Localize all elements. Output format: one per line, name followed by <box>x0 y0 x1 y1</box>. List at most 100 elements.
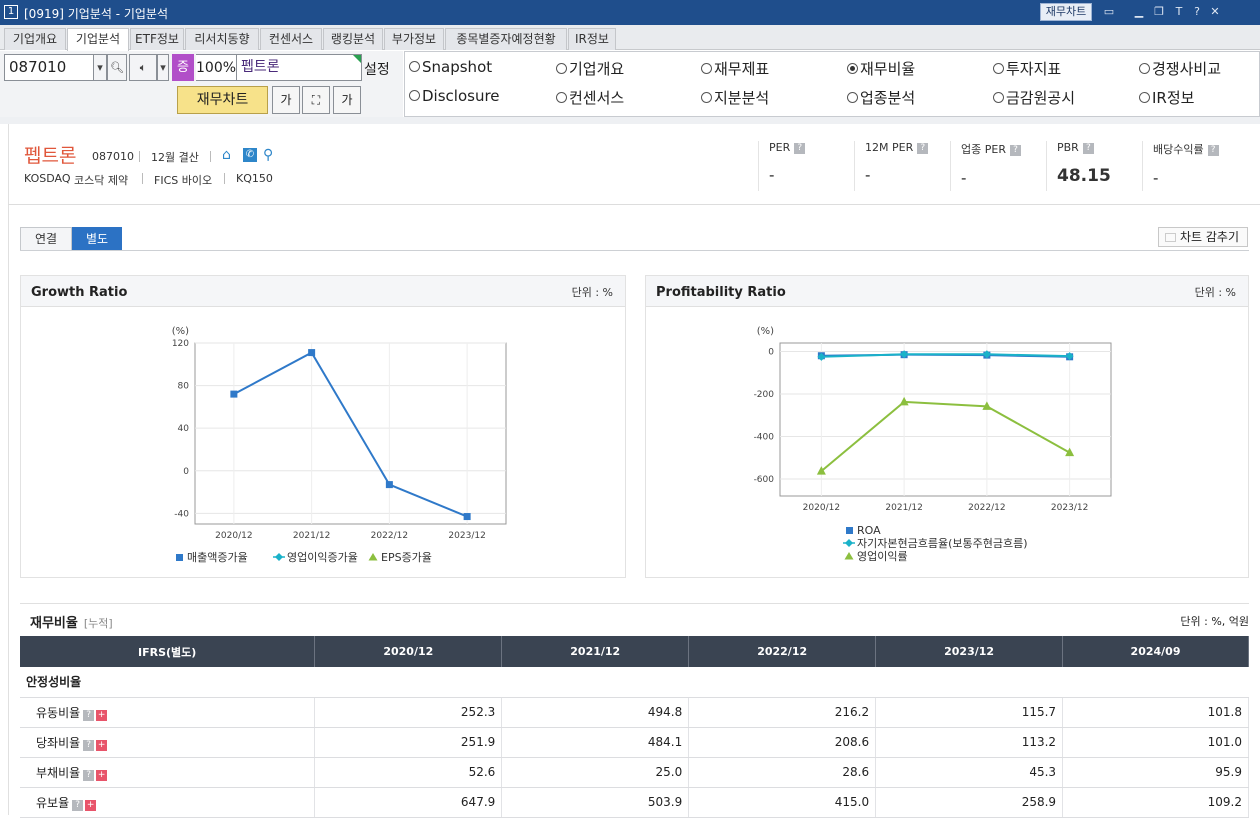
help-icon[interactable]: ? <box>72 799 84 811</box>
plot-area <box>194 342 507 525</box>
y-axis-label: (%) <box>172 326 189 337</box>
table-cell: 494.8 <box>501 697 690 728</box>
search-icon[interactable]: 🔍︎ <box>107 54 127 81</box>
radio-10[interactable]: 업종분석 <box>847 87 915 108</box>
home-icon[interactable]: ⌂ <box>222 147 231 163</box>
chart-title: Profitability Ratio <box>656 285 786 300</box>
radio-9[interactable]: 지분분석 <box>701 87 769 108</box>
x-tick-label: 2021/12 <box>293 531 330 541</box>
y-tick-label: -200 <box>754 390 775 400</box>
tab-extra-info[interactable]: 부가정보 <box>384 28 444 50</box>
minimize-icon[interactable]: ▁ <box>1132 5 1146 19</box>
radio-unchecked-icon <box>1139 92 1150 103</box>
help-icon[interactable]: ? <box>1207 145 1219 156</box>
financial-chart-title-button[interactable]: 재무차트 <box>1040 3 1092 21</box>
tab-ir-info[interactable]: IR정보 <box>568 28 616 50</box>
row-label[interactable]: 유동비율? + <box>20 697 316 728</box>
row-label[interactable]: 부채비율? + <box>20 757 316 788</box>
expand-icon[interactable]: + <box>96 739 108 751</box>
financial-chart-button[interactable]: 재무차트 <box>177 86 268 114</box>
table-cell: 252.3 <box>314 697 503 728</box>
window-icon[interactable]: ▭ <box>1102 5 1116 19</box>
expand-icon[interactable]: + <box>96 709 108 721</box>
y-tick-label: 80 <box>178 382 190 392</box>
stock-code-input[interactable]: 087010 <box>4 54 94 81</box>
radio-2[interactable]: 기업개요 <box>556 58 624 79</box>
y-tick-label: -40 <box>174 509 189 519</box>
column-header[interactable]: 2024/09 <box>1062 636 1249 667</box>
table-cell: 25.0 <box>501 757 690 788</box>
radio-1[interactable]: Snapshot <box>409 58 492 76</box>
table-header-row: IFRS(별도) 2020/12 2021/12 2022/12 2023/12… <box>20 636 1249 667</box>
tab-consensus[interactable]: 컨센서스 <box>260 28 322 50</box>
expand-icon[interactable]: + <box>85 799 97 811</box>
help-icon[interactable]: ? <box>1082 143 1094 154</box>
table-cell: 503.9 <box>501 787 690 818</box>
row-label[interactable]: 유보율? + <box>20 787 316 818</box>
stock-name-field[interactable]: 펩트론 <box>236 54 362 81</box>
column-header[interactable]: 2022/12 <box>688 636 877 667</box>
tab-company-analysis[interactable]: 기업분석 <box>67 28 129 51</box>
legend-marker <box>275 553 283 561</box>
expand-icon[interactable]: + <box>96 769 108 781</box>
code-dropdown-icon[interactable]: ▾ <box>93 54 107 81</box>
y-tick-label: 0 <box>768 348 774 358</box>
x-tick-label: 2023/12 <box>1051 503 1088 513</box>
column-header[interactable]: 2023/12 <box>875 636 1064 667</box>
close-icon[interactable]: ✕ <box>1208 5 1222 19</box>
help-icon[interactable]: ? <box>83 739 95 751</box>
tab-consolidated[interactable]: 연결 <box>20 227 72 251</box>
tab-research[interactable]: 리서치동향 <box>185 28 259 50</box>
plot-area <box>779 342 1112 497</box>
fit-screen-icon[interactable]: ⛶ <box>302 86 330 114</box>
radio-7[interactable]: Disclosure <box>409 87 500 105</box>
help-icon[interactable]: ? <box>83 709 95 721</box>
speaker-icon[interactable]: 🔈︎ <box>129 54 157 81</box>
table-cell: 647.9 <box>314 787 503 818</box>
font-icon[interactable]: T <box>1172 5 1186 19</box>
restore-icon[interactable]: ❐ <box>1152 5 1166 19</box>
growth-ratio-panel: Growth Ratio 단위 : % 120 80 40 0 -40 2020/12 20… <box>20 275 626 578</box>
column-header[interactable]: IFRS(별도) <box>20 636 316 667</box>
tab-separate[interactable]: 별도 <box>72 227 122 251</box>
phone-icon[interactable]: ✆ <box>243 148 257 162</box>
help-icon[interactable]: ? <box>1009 145 1021 156</box>
radio-4[interactable]: 재무비율 <box>847 58 915 79</box>
legend-marker <box>368 553 378 561</box>
y-tick-label: -400 <box>754 433 775 443</box>
help-icon[interactable]: ? <box>1190 5 1204 19</box>
legend-marker <box>845 539 853 547</box>
speaker-dropdown-icon[interactable]: ▾ <box>157 54 169 81</box>
column-header[interactable]: 2020/12 <box>314 636 503 667</box>
radio-6[interactable]: 경쟁사비교 <box>1139 58 1221 79</box>
tab-etf-info[interactable]: ETF정보 <box>130 28 184 50</box>
legend-label: 영업이익률 <box>857 550 908 563</box>
radio-5[interactable]: 투자지표 <box>993 58 1061 79</box>
y-tick-label: 40 <box>178 424 190 434</box>
tab-capital-increase[interactable]: 종목별증자예정현황 <box>445 28 567 50</box>
table-cell: 101.0 <box>1062 727 1249 758</box>
radio-12[interactable]: IR정보 <box>1139 87 1194 108</box>
row-label[interactable]: 당좌비율? + <box>20 727 316 758</box>
location-icon[interactable]: ⚲ <box>263 147 273 163</box>
stat-pbr: PBR? 48.15 <box>1046 141 1142 191</box>
window-title: [0919] 기업분석 - 기업분석 <box>24 7 168 21</box>
settings-button[interactable]: 설정 <box>364 59 390 79</box>
radio-8[interactable]: 컨센서스 <box>556 87 624 108</box>
radio-3[interactable]: 재무제표 <box>701 58 769 79</box>
help-icon[interactable]: ? <box>794 143 806 154</box>
column-header[interactable]: 2021/12 <box>501 636 690 667</box>
table-cell: 251.9 <box>314 727 503 758</box>
table-cell: 95.9 <box>1062 757 1249 788</box>
margin-rate: 100% <box>196 54 236 81</box>
hide-chart-button[interactable]: 차트 감추기 <box>1158 227 1248 247</box>
font-decrease-button[interactable]: 가 <box>272 86 300 114</box>
tab-company-overview[interactable]: 기업개요 <box>4 28 66 50</box>
tab-ranking[interactable]: 랭킹분석 <box>323 28 383 50</box>
radio-11[interactable]: 금감원공시 <box>993 87 1075 108</box>
help-icon[interactable]: ? <box>83 769 95 781</box>
radio-unchecked-icon <box>993 92 1004 103</box>
table-cell: 28.6 <box>688 757 877 788</box>
font-increase-button[interactable]: 가 <box>333 86 361 114</box>
help-icon[interactable]: ? <box>917 143 929 154</box>
